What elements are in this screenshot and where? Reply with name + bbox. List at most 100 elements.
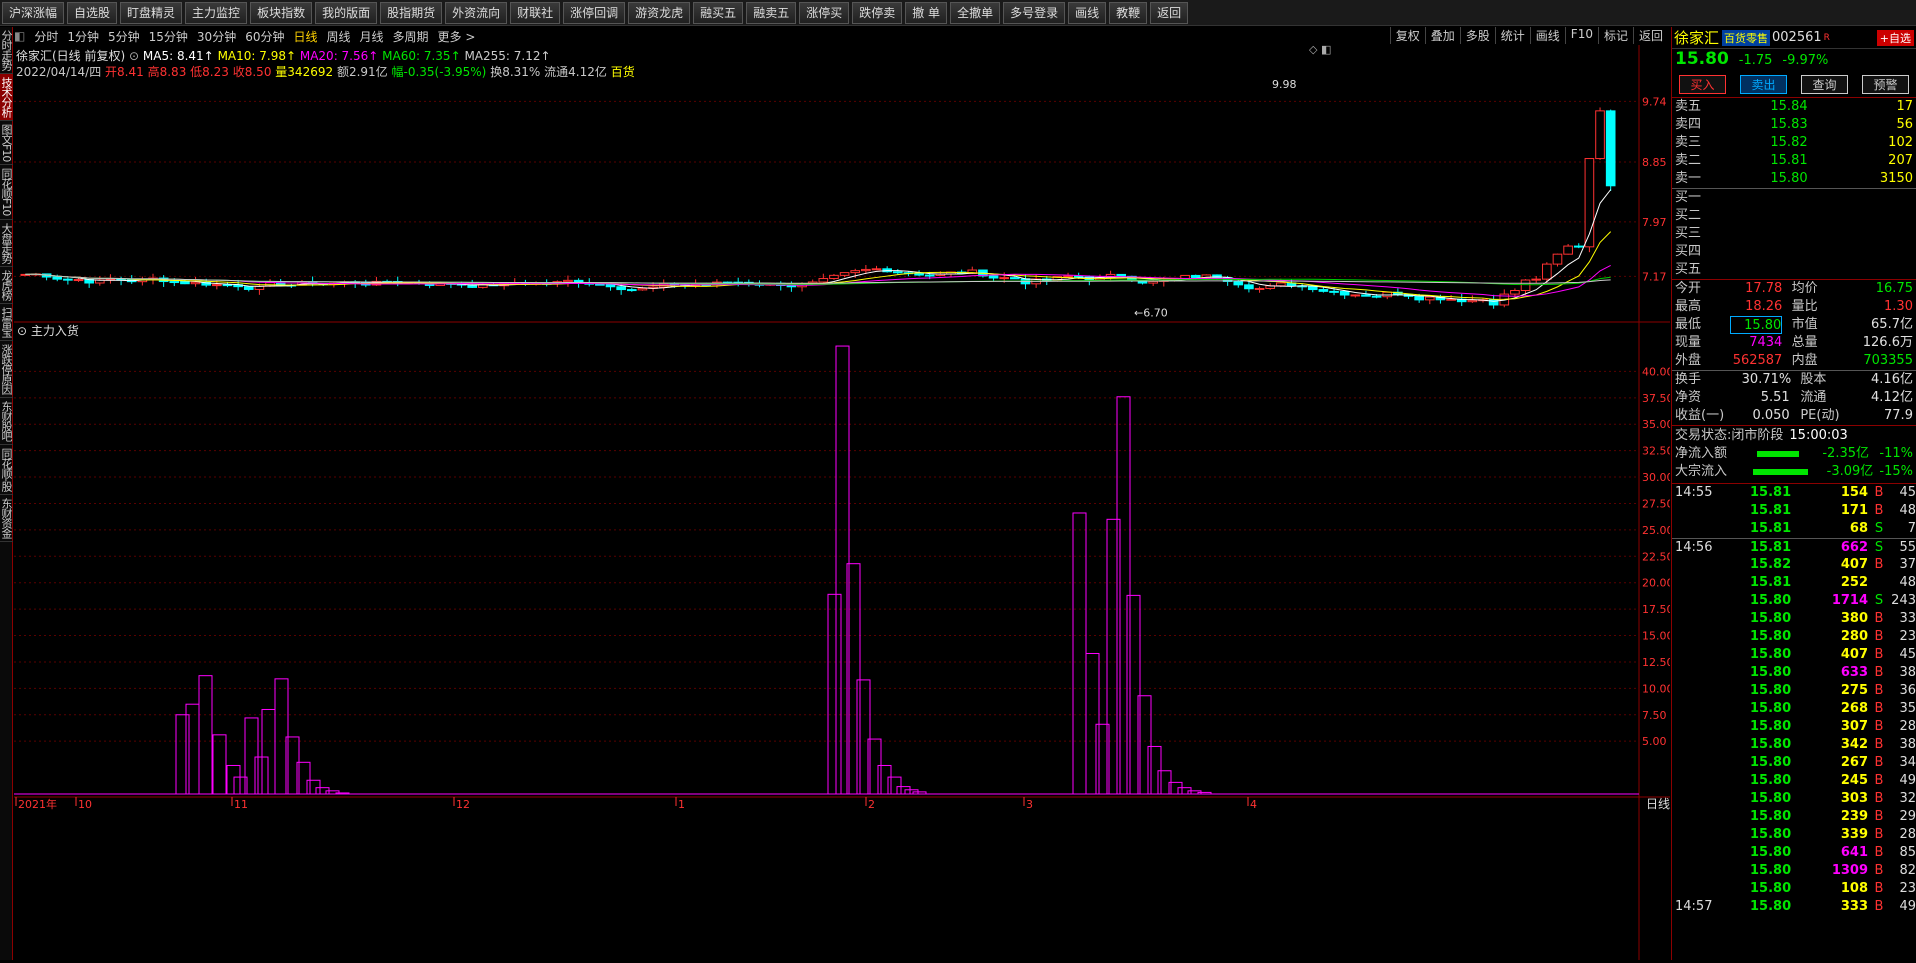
toolbar-button-20[interactable]: 返回 <box>1150 1 1189 24</box>
period-tab-10[interactable]: 更多 > <box>438 28 476 45</box>
chart-button-3[interactable]: 统计 <box>1494 27 1530 44</box>
candle-body <box>1010 277 1020 280</box>
toolbar-button-6[interactable]: 股指期货 <box>380 1 443 24</box>
price-tick: 9.74 <box>1642 95 1667 108</box>
left-tab-10[interactable]: 东财资金 <box>0 495 13 542</box>
chart-button-5[interactable]: F10 <box>1564 27 1598 44</box>
toolbar-button-9[interactable]: 涨停回调 <box>563 1 626 24</box>
toolbar-button-2[interactable]: 盯盘精灵 <box>120 1 183 24</box>
menu-icon[interactable]: ◧ <box>14 29 25 43</box>
toolbar-button-0[interactable]: 沪深涨幅 <box>2 1 65 24</box>
toolbar-button-16[interactable]: 全撤单 <box>950 1 1001 24</box>
toolbar-button-13[interactable]: 涨停买 <box>799 1 850 24</box>
tick-price: 15.80 <box>1750 737 1792 752</box>
tick-row: 15.80 633 B 38 <box>1672 664 1916 682</box>
price-change: -1.75 <box>1738 53 1773 68</box>
trade-button-2[interactable]: 查询 <box>1801 74 1848 94</box>
left-tab-2[interactable]: 图文F10 <box>0 121 13 166</box>
flow-value: -3.09亿 <box>1826 464 1874 479</box>
tick-row: 15.80 108 B 23 <box>1672 880 1916 898</box>
toolbar-button-19[interactable]: 教鞭 <box>1109 1 1148 24</box>
toolbar-button-11[interactable]: 融买五 <box>693 1 744 24</box>
candle-body <box>1424 296 1435 301</box>
chart-button-7[interactable]: 返回 <box>1632 27 1668 44</box>
chart-button-2[interactable]: 多股 <box>1459 27 1495 44</box>
tick-count: 45 <box>1899 647 1916 662</box>
period-tab-1[interactable]: 1分钟 <box>67 28 99 45</box>
left-tab-5[interactable]: 龙虎榜 <box>0 267 13 304</box>
top-toolbar: 沪深涨幅 自选股 盯盘精灵 主力监控 板块指数 我的版面 股指期货 外资流向 财联社 涨停回调 游资… <box>0 0 1916 26</box>
period-tab-3[interactable]: 15分钟 <box>149 28 188 45</box>
chart-button-1[interactable]: 叠加 <box>1424 27 1460 44</box>
left-tab-3[interactable]: 同花顺F10 <box>0 165 13 220</box>
left-tab-8[interactable]: 东财股吧 <box>0 398 13 445</box>
left-tab-7[interactable]: 涨跌停原因 <box>0 341 13 398</box>
left-tab-0[interactable]: 分时走势 <box>0 27 13 74</box>
toolbar-button-4[interactable]: 板块指数 <box>250 1 313 24</box>
stock-name: 徐家汇 <box>1674 29 1720 47</box>
stat-value: 0.050 <box>1752 408 1790 423</box>
tick-vol: 641 <box>1840 845 1868 860</box>
add-watchlist-button[interactable]: +自选 <box>1876 29 1914 46</box>
price-tick: 7.97 <box>1642 216 1667 229</box>
toolbar-button-1[interactable]: 自选股 <box>67 1 118 24</box>
indicator-bar <box>827 593 842 795</box>
tick-time <box>1672 700 1750 718</box>
sector-badge[interactable]: 百货零售 <box>1722 29 1771 46</box>
chart-icons[interactable]: ◇ ◧ <box>1309 43 1331 56</box>
left-tab-9[interactable]: 同花顺-股 <box>0 445 13 495</box>
stock-code: 002561 <box>1772 30 1822 45</box>
x-tick-label: 2 <box>868 798 875 811</box>
trade-button-0[interactable]: 买入 <box>1679 74 1726 94</box>
toolbar-button-10[interactable]: 游资龙虎 <box>628 1 691 24</box>
indicator-bar <box>306 779 321 795</box>
ind-tick: 20.00 <box>1642 577 1670 590</box>
toolbar-button-15[interactable]: 撤 单 <box>905 1 948 24</box>
toolbar-button-14[interactable]: 跌停卖 <box>852 1 903 24</box>
period-tab-6[interactable]: 日线 <box>293 28 317 45</box>
stat-row: 现量 7434 总量 126.6万 <box>1672 334 1916 352</box>
period-tab-8[interactable]: 月线 <box>360 28 384 45</box>
left-tab-6[interactable]: 扫雷宝 <box>0 304 13 341</box>
period-tab-4[interactable]: 30分钟 <box>197 28 236 45</box>
status-text: 闭市阶段 <box>1731 428 1784 443</box>
candle-body <box>1361 294 1371 297</box>
toolbar-button-3[interactable]: 主力监控 <box>185 1 248 24</box>
chart-button-4[interactable]: 画线 <box>1529 27 1565 44</box>
ask-price: 15.83 <box>1770 117 1808 132</box>
trade-button-1[interactable]: 卖出 <box>1740 74 1787 94</box>
tick-row: 14:57 15.80 333 B 49 <box>1672 898 1916 916</box>
chart-button-0[interactable]: 复权 <box>1389 27 1425 44</box>
period-tab-9[interactable]: 多周期 <box>393 28 429 45</box>
toolbar-button-8[interactable]: 财联社 <box>510 1 561 24</box>
tick-row: 15.80 342 B 38 <box>1672 736 1916 754</box>
candle-body <box>1318 289 1329 292</box>
x-tick-label: 10 <box>78 798 92 811</box>
tick-time <box>1672 754 1750 772</box>
bid-row: 买二 <box>1672 207 1916 225</box>
tick-count: 23 <box>1899 629 1916 644</box>
bid-row: 买五 <box>1672 261 1916 279</box>
toolbar-button-12[interactable]: 融卖五 <box>746 1 797 24</box>
tick-row: 15.81 68 S 7 <box>1672 520 1916 538</box>
toggle-icon[interactable]: ⊙ <box>129 49 139 63</box>
tick-price: 15.80 <box>1750 791 1792 806</box>
chart-button-6[interactable]: 标记 <box>1597 27 1633 44</box>
toolbar-button-17[interactable]: 多号登录 <box>1003 1 1066 24</box>
toolbar-button-5[interactable]: 我的版面 <box>315 1 378 24</box>
left-tab-4[interactable]: 大盘走势 <box>0 220 13 267</box>
tick-price: 15.80 <box>1750 773 1792 788</box>
period-tab-7[interactable]: 周线 <box>327 28 351 45</box>
period-tab-0[interactable]: 分时 <box>34 28 58 45</box>
candle-body <box>563 279 573 283</box>
trade-button-3[interactable]: 预警 <box>1862 74 1909 94</box>
period-tab-5[interactable]: 60分钟 <box>245 28 284 45</box>
toolbar-button-7[interactable]: 外资流向 <box>445 1 508 24</box>
tick-price: 15.80 <box>1750 701 1792 716</box>
stat-value: 7434 <box>1749 335 1783 350</box>
toolbar-button-18[interactable]: 画线 <box>1068 1 1107 24</box>
period-tab-2[interactable]: 5分钟 <box>108 28 140 45</box>
ask-row: 卖五 15.84 17 <box>1672 98 1916 116</box>
left-tab-1[interactable]: 技术分析 <box>0 74 13 121</box>
ask-level: 卖二 <box>1675 153 1702 168</box>
